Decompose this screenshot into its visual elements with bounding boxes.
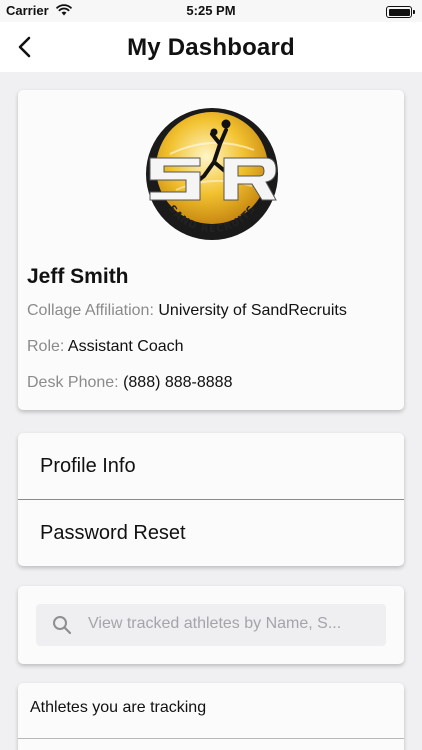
tracking-card: Athletes you are tracking bbox=[18, 683, 404, 750]
role-label: Role: bbox=[27, 338, 65, 355]
status-time: 5:25 PM bbox=[186, 3, 236, 18]
role-value: Assistant Coach bbox=[67, 338, 184, 355]
affiliation-label: Collage Affiliation: bbox=[27, 302, 154, 319]
profile-info-button[interactable]: Profile Info bbox=[18, 433, 404, 499]
tracking-divider bbox=[18, 738, 404, 739]
search-icon bbox=[53, 616, 72, 635]
battery-icon bbox=[386, 6, 415, 18]
phone-label: Desk Phone: bbox=[27, 374, 119, 391]
affiliation-row: Collage Affiliation: University of SandR… bbox=[27, 302, 347, 320]
role-row: Role: Assistant Coach bbox=[27, 338, 184, 356]
sandrecruits-logo: SAND RECRUITS bbox=[146, 108, 278, 240]
affiliation-value: University of SandRecruits bbox=[158, 302, 347, 319]
password-reset-button[interactable]: Password Reset bbox=[18, 500, 404, 566]
phone-value: (888) 888-8888 bbox=[123, 374, 233, 391]
search-input[interactable]: View tracked athletes by Name, S... bbox=[36, 604, 386, 646]
search-placeholder: View tracked athletes by Name, S... bbox=[88, 615, 342, 632]
search-card: View tracked athletes by Name, S... bbox=[18, 586, 404, 664]
tracking-title: Athletes you are tracking bbox=[30, 699, 207, 716]
menu-card: Profile Info Password Reset bbox=[18, 433, 404, 566]
phone-row: Desk Phone: (888) 888-8888 bbox=[27, 374, 232, 392]
nav-bar: My Dashboard bbox=[0, 22, 422, 72]
status-bar: Carrier 5:25 PM bbox=[0, 0, 422, 22]
page-title: My Dashboard bbox=[127, 34, 295, 61]
profile-card: SAND RECRUITS Jeff Smith Collage Affilia… bbox=[18, 90, 404, 410]
profile-name: Jeff Smith bbox=[27, 265, 129, 288]
